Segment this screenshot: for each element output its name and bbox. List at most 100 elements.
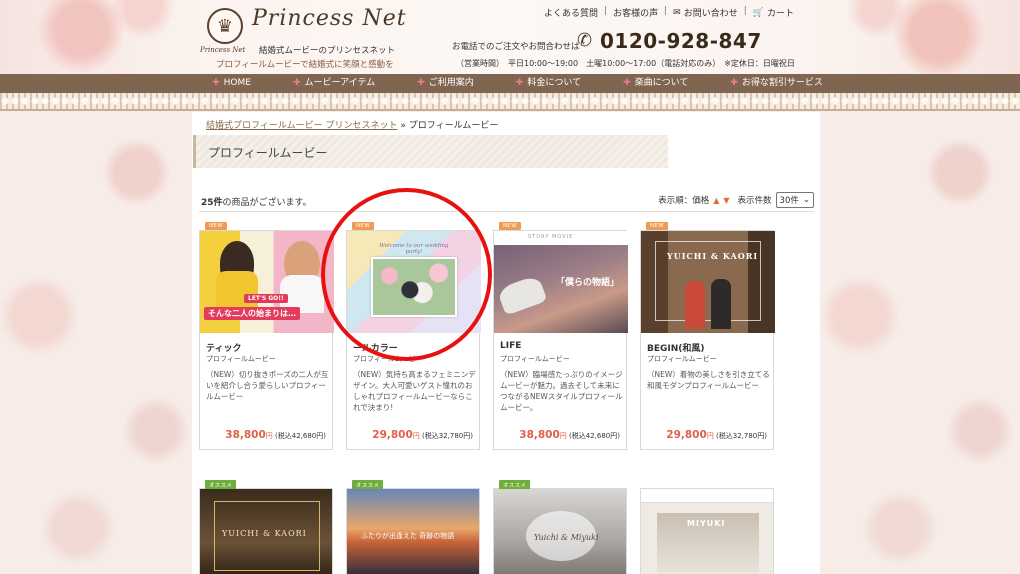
price-yen: 円 (706, 432, 714, 440)
plus-icon: ✚ (417, 78, 425, 88)
per-page-label: 表示件数 (737, 196, 772, 206)
thumbnail-top-text: STORY MOVIE (528, 234, 574, 240)
plus-icon: ✚ (212, 78, 220, 88)
price-value: 38,800 (519, 429, 560, 441)
logo-wordmark[interactable]: Princess Net (252, 6, 407, 31)
new-badge: NEW (646, 222, 668, 230)
per-page-value: 30件 (779, 196, 799, 206)
thumbnail-caption: YUICHI & KAORI (667, 251, 759, 261)
new-badge: NEW (499, 222, 521, 230)
product-title[interactable]: BEGIN(和風) (647, 341, 705, 354)
result-count: 25件の商品がございます。 (201, 195, 312, 208)
sort-label: 表示順：価格 (658, 196, 710, 206)
product-card[interactable]: NEW STORY MOVIE 「僕らの物語」 LIFE プロフィールムービー … (493, 222, 628, 450)
per-page-select[interactable]: 30件 ⌄ (775, 192, 814, 208)
sort-desc-icon[interactable]: ▼ (723, 196, 729, 205)
price-yen: 円 (265, 432, 273, 440)
product-price: 29,800円 (税込32,780円) (372, 429, 473, 441)
separator: | (664, 6, 668, 16)
nav-item-label: お得な割引サービス (741, 78, 823, 88)
product-category: プロフィールムービー (647, 355, 717, 363)
separator: | (604, 6, 608, 16)
thumbnail-caption: 「僕らの物語」 (556, 278, 620, 288)
main-nav: ✚ HOME ✚ ムービーアイテム ✚ ご利用案内 ✚ 料金について ✚ 楽曲について ✚… (0, 74, 1020, 93)
thumbnail-caption: MIYUKI (687, 519, 726, 528)
breadcrumb-current: プロフィールムービー (408, 121, 499, 131)
nav-item-pricing[interactable]: ✚ 料金について (495, 74, 602, 93)
top-links: よくある質問 | お客様の声 | ✉ お問い合わせ | 🛒 カート (544, 6, 794, 19)
nav-item-discounts[interactable]: ✚ お得な割引サービス (709, 74, 844, 93)
thumbnail-caption: そんな二人の始まりは… (204, 307, 300, 320)
highlight-circle (321, 188, 492, 361)
breadcrumb-home-link[interactable]: 結婚式プロフィールムービー プリンセスネット (206, 121, 398, 131)
result-count-suffix: の商品がございます。 (222, 198, 312, 208)
nav-item-label: 料金について (527, 78, 582, 88)
thumbnail-caption: ふたりが出逢えた 奇跡の物語 (361, 532, 455, 540)
product-thumbnail[interactable]: YUICHI & KAORI (641, 231, 775, 333)
breadcrumb-separator: » (400, 121, 406, 131)
product-price: 38,800円 (税込42,680円) (519, 429, 620, 441)
price-value: 29,800 (666, 429, 707, 441)
nav-item-label: ご利用案内 (428, 78, 474, 88)
product-title[interactable]: ティック (206, 341, 241, 354)
nav-item-label: HOME (223, 78, 251, 88)
page-title: プロフィールムービー (208, 146, 328, 160)
product-card[interactable]: オススメ ふたりが出逢えた 奇跡の物語 (346, 480, 480, 574)
nav-item-home[interactable]: ✚ HOME (191, 74, 272, 93)
logo-small-text: Princess Net (200, 46, 246, 54)
phone-lead-text: お電話でのご注文やお問合わせは (452, 42, 580, 52)
price-yen: 円 (412, 432, 420, 440)
product-title[interactable]: LIFE (500, 341, 521, 351)
contact-link-label: お問い合わせ (683, 9, 738, 19)
site-header: ♛ Princess Net Princess Net 結婚式ムービーのプリンセ… (0, 0, 1020, 74)
product-card[interactable]: NEW LET'S GO!! そんな二人の始まりは… ティック プロフィールムー… (199, 222, 334, 450)
product-card[interactable]: オススメ YUICHI & KAORI (199, 480, 333, 574)
plus-icon: ✚ (292, 78, 301, 88)
plus-icon: ✚ (623, 78, 631, 88)
product-card[interactable]: MIYUKI (640, 488, 774, 574)
plus-icon: ✚ (515, 78, 524, 88)
sort-asc-icon[interactable]: ▲ (713, 196, 719, 205)
nav-item-label: 楽曲について (634, 78, 689, 88)
price-value: 29,800 (372, 429, 413, 441)
product-category: プロフィールムービー (500, 355, 570, 363)
contact-link[interactable]: ✉ お問い合わせ (673, 6, 738, 20)
chevron-down-icon: ⌄ (802, 195, 810, 205)
site-subtitle: 結婚式ムービーのプリンセスネット (259, 46, 396, 56)
product-card[interactable]: オススメ Yuichi & Miyuki (493, 480, 627, 574)
nav-item-label: ムービーアイテム (304, 78, 376, 88)
product-description: （NEW）着物の美しさを引き立てる和風モダンプロフィールムービー (647, 370, 770, 390)
lace-border (0, 93, 1020, 111)
price-yen: 円 (559, 432, 567, 440)
nav-item-movie-items[interactable]: ✚ ムービーアイテム (272, 74, 396, 93)
testimonials-link[interactable]: お客様の声 (613, 6, 658, 19)
product-price: 38,800円 (税込42,680円) (225, 429, 326, 441)
cart-link[interactable]: 🛒 カート (752, 6, 794, 20)
separator: | (743, 6, 747, 16)
nav-item-guide[interactable]: ✚ ご利用案内 (396, 74, 495, 93)
product-description: （NEW）切り抜きポーズの二人が互いを紹介し合う愛らしいプロフィールムービー (206, 370, 329, 401)
product-thumbnail[interactable]: STORY MOVIE 「僕らの物語」 (494, 231, 628, 333)
product-description: （NEW）気持ち高まるフェミニンデザイン。大人可愛いゲスト憧れのおしゃれプロフィ… (353, 370, 476, 412)
faq-link[interactable]: よくある質問 (544, 6, 598, 19)
business-hours: （営業時間） 平日10:00〜19:00 土曜10:00〜17:00（電話対応の… (456, 59, 795, 68)
price-tax: (税込42,680円) (569, 432, 620, 440)
thumbnail-caption: YUICHI & KAORI (222, 529, 307, 538)
breadcrumb: 結婚式プロフィールムービー プリンセスネット » プロフィールムービー (206, 118, 498, 131)
price-tax: (税込32,780円) (716, 432, 767, 440)
product-card[interactable]: NEW YUICHI & KAORI BEGIN(和風) プロフィールムービー … (640, 222, 775, 450)
price-tax: (税込42,680円) (275, 432, 326, 440)
cart-icon: 🛒 (752, 7, 764, 18)
nav-item-music[interactable]: ✚ 楽曲について (602, 74, 709, 93)
plus-icon: ✚ (730, 78, 738, 88)
phone-icon: ✆ (577, 30, 593, 51)
price-tax: (税込32,780円) (422, 432, 473, 440)
main-content: 結婚式プロフィールムービー プリンセスネット » プロフィールムービー プロフィ… (192, 112, 820, 574)
divider (199, 211, 814, 212)
cart-link-label: カート (766, 9, 794, 19)
mail-icon: ✉ (673, 7, 681, 18)
new-badge: NEW (205, 222, 227, 230)
product-thumbnail[interactable]: LET'S GO!! そんな二人の始まりは… (200, 231, 334, 333)
crown-logo-icon[interactable]: ♛ (207, 8, 243, 44)
phone-number[interactable]: 0120-928-847 (600, 29, 762, 53)
